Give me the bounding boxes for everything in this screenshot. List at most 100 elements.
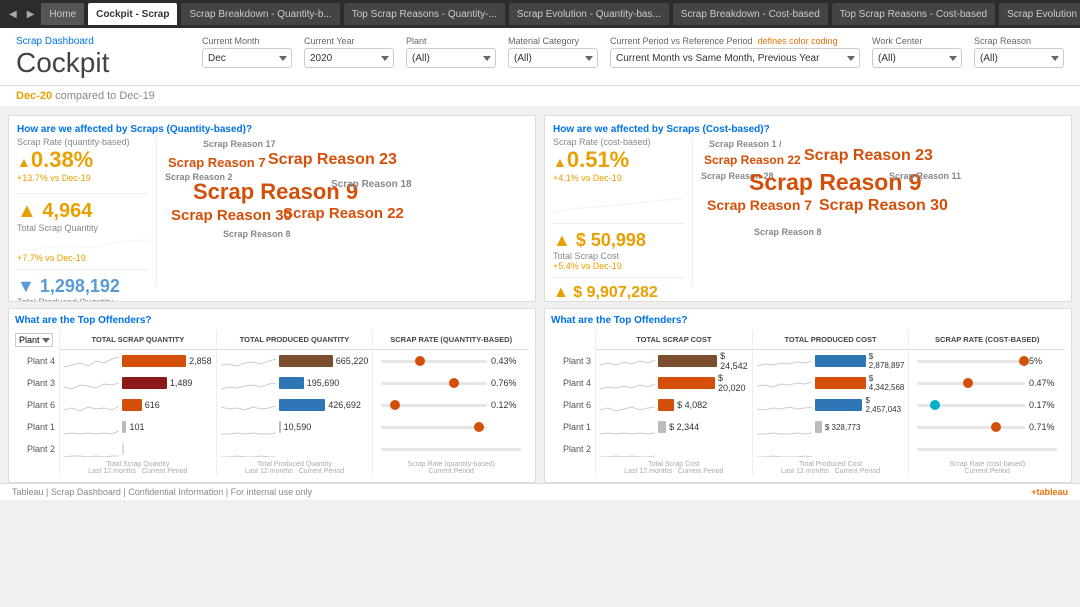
filter-material: Material Category (All) (508, 36, 598, 68)
nav-arrow-left[interactable]: ◀ (6, 9, 20, 20)
produced-cost-row-plant6: $ 2,457,043 (753, 394, 909, 416)
cost-plant-label-2: Plant 2 (551, 438, 595, 460)
scrap-cost-row-plant3: $ 24,542 (596, 350, 752, 372)
plant-filter-select[interactable]: Plant (15, 333, 53, 347)
scrap-rate-cost-dot-plant6 (930, 400, 940, 410)
tab-scrap-breakdown-cost[interactable]: Scrap Breakdown - Cost-based (673, 3, 828, 25)
produced-qty-row-plant2 (217, 438, 373, 460)
tab-scrap-evolution-qty[interactable]: Scrap Evolution - Quantity-bas... (509, 3, 669, 25)
scrap-qty-bar-plant1 (122, 421, 126, 433)
scrap-cost-row-plant1: $ 2,344 (596, 416, 752, 438)
quantity-word-cloud: Scrap Reason 17 Scrap Reason 7 Scrap Rea… (163, 137, 527, 286)
produced-qty-col-header: Total Produced Quantity (217, 330, 373, 350)
scrap-qty-col-footer: Total Scrap QuantityLast 12 months Curre… (60, 460, 216, 476)
scrap-rate-cost-kpi: Scrap Rate (cost-based) ▲0.51% +4.1% vs … (553, 137, 684, 183)
footer-text: Tableau | Scrap Dashboard | Confidential… (12, 487, 312, 497)
plant-label-1: Plant 1 (15, 416, 59, 438)
quantity-offenders-table: Plant Plant 4 Plant 3 Plant 6 Plant 1 Pl… (15, 330, 529, 476)
scrap-rate-qty-col: Scrap Rate (Quantity-Based) 0.43% 0.76% (372, 330, 529, 476)
tab-top-scrap-qty[interactable]: Top Scrap Reasons - Quantity-... (344, 3, 505, 25)
produced-cost-col-footer: Total Produced CostLast 12 months Curren… (753, 460, 909, 476)
scrap-rate-col-header: Scrap Rate (Quantity-Based) (373, 330, 529, 350)
scrap-cost-row-plant2 (596, 438, 752, 460)
scrap-cost-bar-plant4 (658, 377, 715, 389)
scrap-qty-bar-plant2 (122, 443, 124, 455)
total-scrap-cost-kpi: ▲ $ 50,998 Total Scrap Cost +5.4% vs Dec… (553, 230, 684, 271)
produced-qty-bar-plant6 (279, 399, 326, 411)
scrap-rate-qty-kpi: Scrap Rate (quantity-based) ▲0.38% +13.7… (17, 137, 148, 183)
produced-qty-col-footer: Total Produced QuantityLast 12 months Cu… (217, 460, 373, 476)
scrap-rate-qty-value: ▲0.38% (17, 147, 148, 173)
produced-cost-row-plant2 (753, 438, 909, 460)
header-left: Scrap Dashboard Cockpit (16, 36, 109, 79)
scrap-cost-col-header: Total Scrap Cost (596, 330, 752, 350)
scrap-rate-cost-row-plant4: 0.47% (909, 372, 1065, 394)
tab-scrap-breakdown-qty[interactable]: Scrap Breakdown - Quantity-b... (181, 3, 339, 25)
cost-plant-label-4: Plant 4 (551, 372, 595, 394)
tab-top-scrap-cost[interactable]: Top Scrap Reasons - Cost-based (832, 3, 995, 25)
tab-home[interactable]: Home (41, 3, 84, 25)
scrap-rate-cost-col: Scrap Rate (Cost-Based) 5% 0.47% (908, 330, 1065, 476)
cost-offenders: What are the Top Offenders? Plant 3 Plan… (544, 308, 1072, 483)
plant-label-3: Plant 3 (15, 372, 59, 394)
material-select[interactable]: (All) (508, 48, 598, 68)
scrap-cost-bar-plant3 (658, 355, 717, 367)
current-year-select[interactable]: 2020 (304, 48, 394, 68)
scrap-cost-bar-plant1 (658, 421, 666, 433)
scrap-rate-cost-chart (553, 187, 684, 217)
scrap-qty-row-plant3: 1,489 (60, 372, 216, 394)
tab-scrap-evolution-cost[interactable]: Scrap Evolution - Cost-based (999, 3, 1080, 25)
scrap-rate-cost-dot-plant1 (991, 422, 1001, 432)
total-scrap-qty-col: Total Scrap Quantity 2,858 1,489 (59, 330, 216, 476)
scrap-rate-dot-plant3 (449, 378, 459, 388)
scrap-rate-row-plant6: 0.12% (373, 394, 529, 416)
produced-cost-bar-plant6 (815, 399, 863, 411)
scrap-cost-row-plant6: $ 4,082 (596, 394, 752, 416)
produced-qty-row-plant3: 195,690 (217, 372, 373, 394)
top-navigation: ◀ ▶ Home Cockpit - Scrap Scrap Breakdown… (0, 0, 1080, 28)
scrap-rate-dot-plant6 (390, 400, 400, 410)
scrap-rate-row-plant3: 0.76% (373, 372, 529, 394)
scrap-qty-row-plant6: 616 (60, 394, 216, 416)
filter-work-center: Work Center (All) (872, 36, 962, 68)
scrap-qty-bar-plant3 (122, 377, 167, 389)
breadcrumb[interactable]: Scrap Dashboard (16, 36, 109, 47)
plant-label-6: Plant 6 (15, 394, 59, 416)
cost-plant-label-6: Plant 6 (551, 394, 595, 416)
scrap-qty-row-plant4: 2,858 (60, 350, 216, 372)
scrap-cost-col-footer: Total Scrap CostLast 12 months Current P… (596, 460, 752, 476)
scrap-rate-row-plant1 (373, 416, 529, 438)
plant-select[interactable]: (All) (406, 48, 496, 68)
scrap-rate-cost-row-plant2 (909, 438, 1065, 460)
scrap-cost-row-plant4: $ 20,020 (596, 372, 752, 394)
scrap-qty-row-plant1: 101 (60, 416, 216, 438)
current-month-select[interactable]: Dec (202, 48, 292, 68)
offenders-section: What are the Top Offenders? Plant Plant … (0, 302, 1080, 483)
produced-qty-bar-plant1 (279, 421, 281, 433)
cost-word-cloud: Scrap Reason 1 / Scrap Reason 22 Scrap R… (699, 137, 1063, 286)
quantity-offenders-title: What are the Top Offenders? (15, 315, 529, 326)
scrap-rate-cost-row-plant6: 0.17% (909, 394, 1065, 416)
produced-cost-row-plant4: $ 4,342,568 (753, 372, 909, 394)
cost-panel: How are we affected by Scraps (Cost-base… (544, 115, 1072, 302)
plant-label-4: Plant 4 (15, 350, 59, 372)
nav-arrow-right[interactable]: ▶ (24, 9, 38, 20)
scrap-qty-row-plant2 (60, 438, 216, 460)
scrap-rate-dot-plant1 (474, 422, 484, 432)
filter-plant: Plant (All) (406, 36, 496, 68)
period-select[interactable]: Current Month vs Same Month, Previous Ye… (610, 48, 860, 68)
comparison-date: compared to Dec-19 (55, 90, 155, 102)
quantity-offenders: What are the Top Offenders? Plant Plant … (8, 308, 536, 483)
scrap-rate-cost-col-header: Scrap Rate (Cost-Based) (909, 330, 1065, 350)
scrap-rate-cost-dot-plant3 (1019, 356, 1029, 366)
date-banner: Dec-20 compared to Dec-19 (0, 86, 1080, 107)
scrap-rate-row-plant4: 0.43% (373, 350, 529, 372)
scrap-qty-bar-plant4 (122, 355, 186, 367)
scrap-reason-select[interactable]: (All) (974, 48, 1064, 68)
produced-qty-bar-plant3 (279, 377, 304, 389)
tab-cockpit-scrap[interactable]: Cockpit - Scrap (88, 3, 177, 25)
cost-plant-label-1: Plant 1 (551, 416, 595, 438)
total-scrap-qty-chart (17, 233, 148, 253)
work-center-select[interactable]: (All) (872, 48, 962, 68)
produced-qty-row-plant6: 426,692 (217, 394, 373, 416)
